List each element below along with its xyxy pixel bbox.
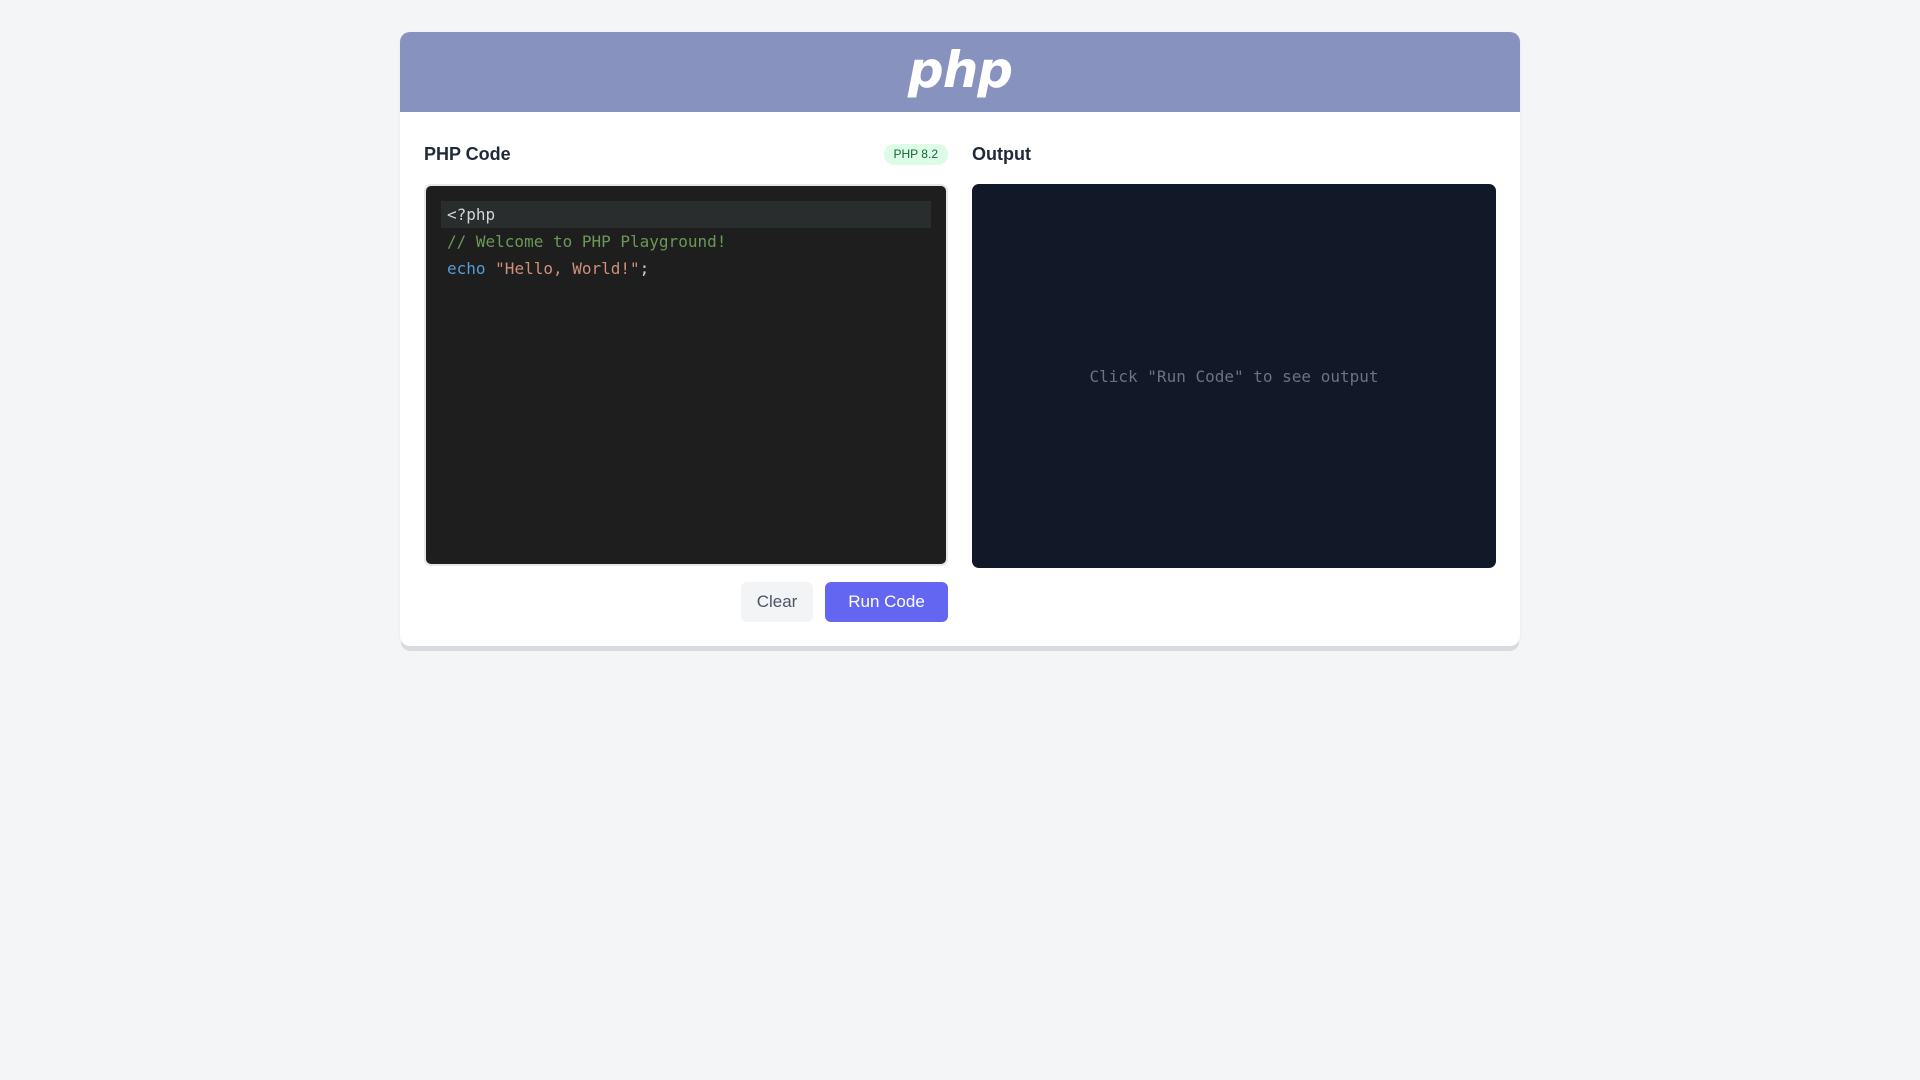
code-editor[interactable]: <?php // Welcome to PHP Playground! echo "… — [424, 184, 948, 566]
php-logo: php — [907, 41, 1013, 99]
code-token-keyword: echo — [447, 259, 486, 278]
code-line[interactable]: <?php — [441, 201, 931, 228]
clear-button[interactable]: Clear — [741, 582, 813, 622]
code-line[interactable]: echo "Hello, World!"; — [441, 255, 931, 282]
code-token-plain: <?php — [447, 205, 496, 224]
editor-title: PHP Code — [424, 143, 511, 164]
code-token-string: "Hello, World!" — [495, 259, 640, 278]
output-panel: Output Click "Run Code" to see output — [972, 136, 1496, 568]
header-bar: php — [400, 32, 1520, 112]
output-title: Output — [972, 143, 1031, 164]
editor-panel-header: PHP Code PHP 8.2 — [424, 136, 948, 172]
output-area: Click "Run Code" to see output — [972, 184, 1496, 568]
code-token-comment: // Welcome to PHP Playground! — [447, 232, 727, 251]
playground-card: php PHP Code PHP 8.2 <?php // Welcome to … — [400, 32, 1520, 646]
code-token-plain: ; — [639, 259, 650, 278]
php-version-badge: PHP 8.2 — [883, 143, 948, 165]
output-panel-header: Output — [972, 136, 1496, 172]
code-line[interactable]: // Welcome to PHP Playground! — [441, 228, 931, 255]
output-placeholder: Click "Run Code" to see output — [1089, 366, 1379, 386]
editor-actions: Clear Run Code — [424, 582, 948, 622]
run-code-button[interactable]: Run Code — [825, 582, 948, 622]
editor-panel: PHP Code PHP 8.2 <?php // Welcome to PHP … — [424, 136, 948, 622]
